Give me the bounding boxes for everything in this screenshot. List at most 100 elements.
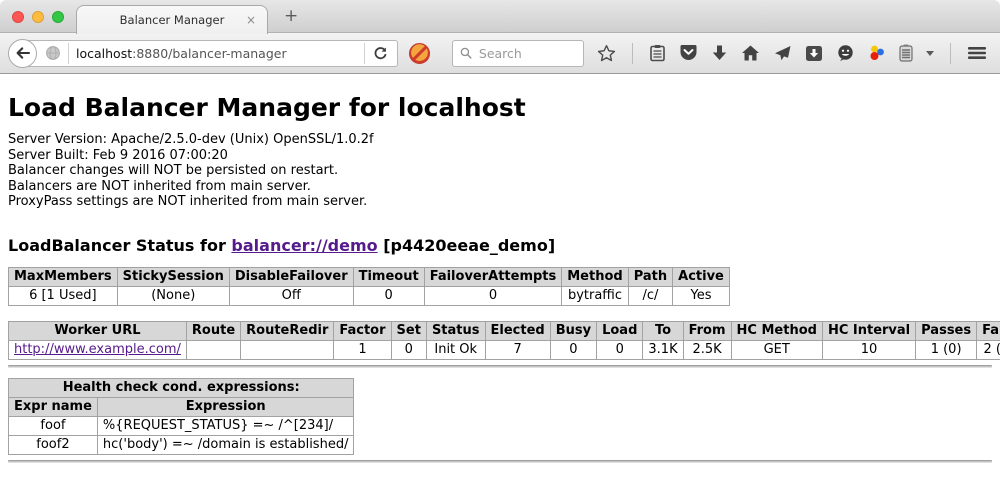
tab-balancer-manager[interactable]: Balancer Manager × — [76, 5, 268, 34]
column-header: Path — [628, 267, 672, 286]
bookmark-star-icon[interactable] — [597, 44, 616, 63]
column-header: RouteRedir — [241, 321, 334, 340]
server-info: Server Version: Apache/2.5.0-dev (Unix) … — [8, 132, 992, 210]
titlebar: Balancer Manager × + — [0, 0, 1000, 33]
table-cell: Yes — [673, 286, 730, 305]
table-cell: %{REQUEST_STATUS} =~ /^[234]/ — [97, 416, 354, 435]
url-text[interactable]: localhost:8880/balancer-manager — [76, 46, 287, 61]
search-icon — [460, 46, 472, 60]
column-header: Elected — [485, 321, 550, 340]
table-cell: 6 [1 Used] — [9, 286, 118, 305]
table-cell: http://www.example.com/ — [9, 340, 187, 359]
column-header: Set — [391, 321, 426, 340]
menu-hamburger-icon[interactable] — [967, 45, 987, 61]
search-box[interactable] — [452, 40, 584, 67]
table-cell: hc('body') =~ /domain is established/ — [97, 435, 354, 454]
table-cell: Off — [229, 286, 353, 305]
back-button[interactable] — [8, 39, 37, 68]
table-cell: 2.5K — [683, 340, 731, 359]
home-icon[interactable] — [741, 44, 760, 62]
server-version-line: Server Version: Apache/2.5.0-dev (Unix) … — [8, 132, 992, 148]
table-cell: 0 — [424, 286, 562, 305]
downloads-icon[interactable] — [711, 44, 728, 62]
window-controls — [12, 11, 64, 23]
table-cell: 3.1K — [643, 340, 683, 359]
table-cell: 0 — [597, 340, 643, 359]
url-path: :8880/balancer-manager — [132, 46, 286, 61]
column-header: HC Interval — [822, 321, 915, 340]
proxypass-notice-line: ProxyPass settings are NOT inherited fro… — [8, 194, 992, 210]
balancer-settings-table: MaxMembersStickySessionDisableFailoverTi… — [8, 267, 730, 306]
close-tab-icon[interactable]: × — [246, 13, 256, 27]
table-cell: bytraffic — [562, 286, 628, 305]
column-header: Active — [673, 267, 730, 286]
column-header: From — [683, 321, 731, 340]
video-download-icon[interactable] — [805, 45, 823, 62]
table-cell — [186, 340, 240, 359]
health-table-title: Health check cond. expressions: — [9, 378, 354, 397]
zoom-window-button[interactable] — [52, 11, 64, 23]
loadbalancer-status-heading: LoadBalancer Status for balancer://demo … — [8, 236, 992, 255]
pocket-icon[interactable] — [679, 44, 698, 62]
table-row: foof%{REQUEST_STATUS} =~ /^[234]/ — [9, 416, 354, 435]
column-header: MaxMembers — [9, 267, 118, 286]
table-cell: 0 — [550, 340, 596, 359]
table-header-row: Worker URLRouteRouteRedirFactorSetStatus… — [9, 321, 1000, 340]
smiley-icon[interactable] — [836, 44, 855, 62]
column-header: Route — [186, 321, 240, 340]
toolbar-separator — [632, 43, 633, 64]
column-header: StickySession — [117, 267, 229, 286]
page-title: Load Balancer Manager for localhost — [8, 93, 992, 122]
toolbar-icons — [597, 43, 1000, 64]
globe-icon — [45, 45, 61, 61]
column-header: Expr name — [9, 397, 98, 416]
toolbar-separator — [950, 43, 951, 64]
url-host: localhost — [76, 46, 132, 61]
inherit-notice-line: Balancers are NOT inherited from main se… — [8, 179, 992, 195]
table-cell: GET — [731, 340, 822, 359]
column-header: Load — [597, 321, 643, 340]
column-header: To — [643, 321, 683, 340]
balancer-demo-link[interactable]: balancer://demo — [231, 236, 377, 255]
content-blocker-icon[interactable] — [409, 43, 430, 64]
navigation-toolbar: localhost:8880/balancer-manager — [0, 33, 1000, 74]
worker-url-link[interactable]: http://www.example.com/ — [14, 342, 181, 357]
chevron-down-icon[interactable] — [926, 51, 934, 56]
column-header: Factor — [334, 321, 391, 340]
colored-dots-icon[interactable] — [868, 44, 886, 62]
column-header: Expression — [97, 397, 354, 416]
column-header: FailoverAttempts — [424, 267, 562, 286]
table-cell: foof2 — [9, 435, 98, 454]
status-heading-suffix: [p4420eeae_demo] — [378, 236, 556, 255]
close-window-button[interactable] — [12, 11, 24, 23]
column-header: Passes — [916, 321, 977, 340]
reload-icon[interactable] — [372, 45, 389, 62]
container-icon[interactable] — [899, 44, 913, 62]
table-row: foof2hc('body') =~ /domain is establishe… — [9, 435, 354, 454]
table-cell: 1 — [334, 340, 391, 359]
column-header: Busy — [550, 321, 596, 340]
health-table-title-row: Health check cond. expressions: — [9, 378, 354, 397]
table-cell: 2 (0) — [977, 340, 1000, 359]
table-cell: (None) — [117, 286, 229, 305]
table-cell: 0 — [391, 340, 426, 359]
server-built-line: Server Built: Feb 9 2016 07:00:20 — [8, 148, 992, 164]
reading-list-icon[interactable] — [649, 44, 666, 62]
table-row: 6 [1 Used](None)Off00bytraffic/c/Yes — [9, 286, 730, 305]
url-bar[interactable]: localhost:8880/balancer-manager — [22, 40, 398, 67]
minimize-window-button[interactable] — [32, 11, 44, 23]
table-cell: foof — [9, 416, 98, 435]
back-arrow-icon — [14, 44, 32, 62]
table-row: http://www.example.com/10Init Ok7003.1K2… — [9, 340, 1000, 359]
status-heading-prefix: LoadBalancer Status for — [8, 236, 231, 255]
column-header: Method — [562, 267, 628, 286]
table-cell — [241, 340, 334, 359]
table-cell: 0 — [353, 286, 424, 305]
table-cell: 10 — [822, 340, 915, 359]
browser-window: Balancer Manager × + localhost:8880/bala… — [0, 0, 1000, 491]
send-tab-icon[interactable] — [773, 44, 792, 62]
tab-title: Balancer Manager — [120, 13, 225, 27]
search-input[interactable] — [477, 45, 576, 62]
horizontal-rule — [8, 460, 992, 463]
new-tab-button[interactable]: + — [284, 6, 298, 26]
